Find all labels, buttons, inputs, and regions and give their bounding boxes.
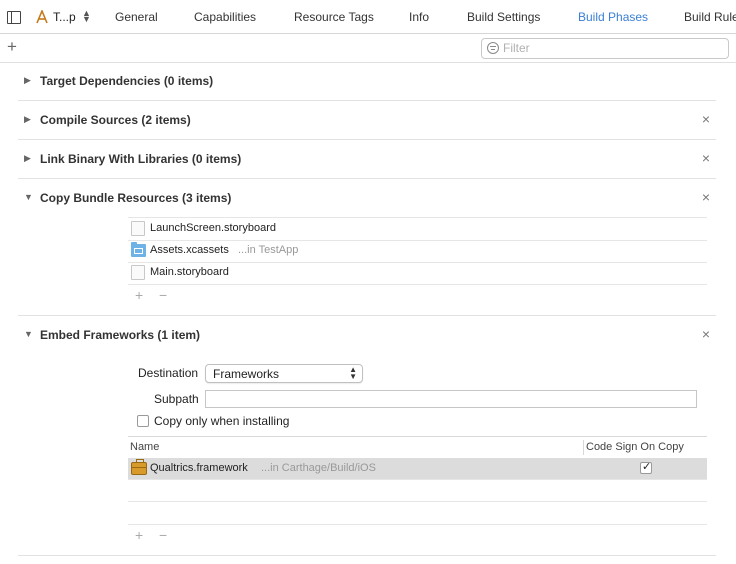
file-name: LaunchScreen.storyboard <box>150 222 276 234</box>
disclosure-expanded-icon[interactable]: ▼ <box>24 329 33 339</box>
delete-phase-icon[interactable]: × <box>702 189 710 205</box>
destination-select[interactable]: Frameworks ▲ ▼ <box>205 364 363 383</box>
filter-icon <box>487 42 499 54</box>
tab-build-rules[interactable]: Build Rule <box>684 10 736 24</box>
disclosure-collapsed-icon[interactable]: ▶ <box>24 153 31 164</box>
frameworks-table-header: Name Code Sign On Copy <box>128 436 707 459</box>
list-item[interactable]: Assets.xcassets ...in TestApp <box>128 240 707 263</box>
phase-link-binary[interactable]: ▶ Link Binary With Libraries (0 items) × <box>18 140 716 179</box>
add-file-button[interactable]: + <box>135 287 143 303</box>
table-row-divider <box>128 524 707 525</box>
filter-field[interactable] <box>481 38 729 59</box>
phase-compile-sources[interactable]: ▶ Compile Sources (2 items) × <box>18 101 716 140</box>
app-target-icon[interactable] <box>35 10 49 24</box>
tab-resource-tags[interactable]: Resource Tags <box>294 10 374 24</box>
storyboard-file-icon <box>131 221 145 236</box>
column-separator <box>583 440 584 455</box>
add-framework-button[interactable]: + <box>135 527 143 543</box>
asset-catalog-icon <box>131 242 146 257</box>
delete-phase-icon[interactable]: × <box>702 150 710 166</box>
tab-general[interactable]: General <box>115 10 158 24</box>
remove-framework-button[interactable]: − <box>159 527 167 543</box>
target-selector-chevrons-icon[interactable]: ▲ ▼ <box>82 9 91 24</box>
target-name[interactable]: T...p <box>53 10 76 24</box>
remove-file-button[interactable]: − <box>159 287 167 303</box>
tab-capabilities[interactable]: Capabilities <box>194 10 256 24</box>
destination-label: Destination <box>138 366 199 380</box>
phase-title: Compile Sources (2 items) <box>40 113 191 127</box>
sidebar-toggle-icon[interactable] <box>7 11 21 24</box>
framework-icon <box>131 459 147 475</box>
list-item[interactable]: LaunchScreen.storyboard <box>128 218 707 241</box>
framework-name: Qualtrics.framework <box>150 462 248 474</box>
file-name: Main.storyboard <box>150 266 229 278</box>
disclosure-expanded-icon[interactable]: ▼ <box>24 192 33 202</box>
subpath-label: Subpath <box>154 392 199 406</box>
delete-phase-icon[interactable]: × <box>702 326 710 342</box>
table-row[interactable]: Qualtrics.framework ...in Carthage/Build… <box>128 458 707 479</box>
disclosure-collapsed-icon[interactable]: ▶ <box>24 114 31 125</box>
filter-input[interactable] <box>503 40 723 56</box>
list-item[interactable]: Main.storyboard <box>128 262 707 285</box>
chevron-updown-icon: ▲ ▼ <box>349 365 357 381</box>
phase-title: Target Dependencies (0 items) <box>40 74 214 88</box>
add-build-phase-button[interactable]: + <box>7 37 17 57</box>
subpath-field[interactable] <box>205 390 697 408</box>
editor-tab-bar: T...p ▲ ▼ General Capabilities Resource T… <box>0 0 736 34</box>
tab-build-phases[interactable]: Build Phases <box>578 10 648 24</box>
table-row-divider <box>128 479 707 480</box>
phase-title: Link Binary With Libraries (0 items) <box>40 152 242 166</box>
table-row-divider <box>128 501 707 502</box>
phase-copy-bundle-resources[interactable]: ▼ Copy Bundle Resources (3 items) × <box>18 179 716 218</box>
file-location: ...in TestApp <box>238 244 299 256</box>
column-header-name[interactable]: Name <box>130 441 159 453</box>
file-name: Assets.xcassets <box>150 244 229 256</box>
delete-phase-icon[interactable]: × <box>702 111 710 127</box>
disclosure-collapsed-icon[interactable]: ▶ <box>24 75 31 86</box>
copy-only-checkbox[interactable] <box>137 415 149 427</box>
destination-value: Frameworks <box>213 367 280 381</box>
code-sign-checkbox[interactable] <box>640 460 652 474</box>
column-header-code-sign[interactable]: Code Sign On Copy <box>586 441 684 453</box>
phase-embed-frameworks[interactable]: ▼ Embed Frameworks (1 item) × <box>18 316 716 355</box>
framework-location: ...in Carthage/Build/iOS <box>261 462 376 474</box>
phase-title: Copy Bundle Resources (3 items) <box>40 191 232 205</box>
tab-build-settings[interactable]: Build Settings <box>467 10 540 24</box>
phase-target-dependencies[interactable]: ▶ Target Dependencies (0 items) <box>18 62 716 101</box>
storyboard-file-icon <box>131 265 145 280</box>
tab-info[interactable]: Info <box>409 10 429 24</box>
phase-title: Embed Frameworks (1 item) <box>40 328 201 342</box>
copy-only-label[interactable]: Copy only when installing <box>154 414 289 428</box>
divider <box>18 555 716 556</box>
